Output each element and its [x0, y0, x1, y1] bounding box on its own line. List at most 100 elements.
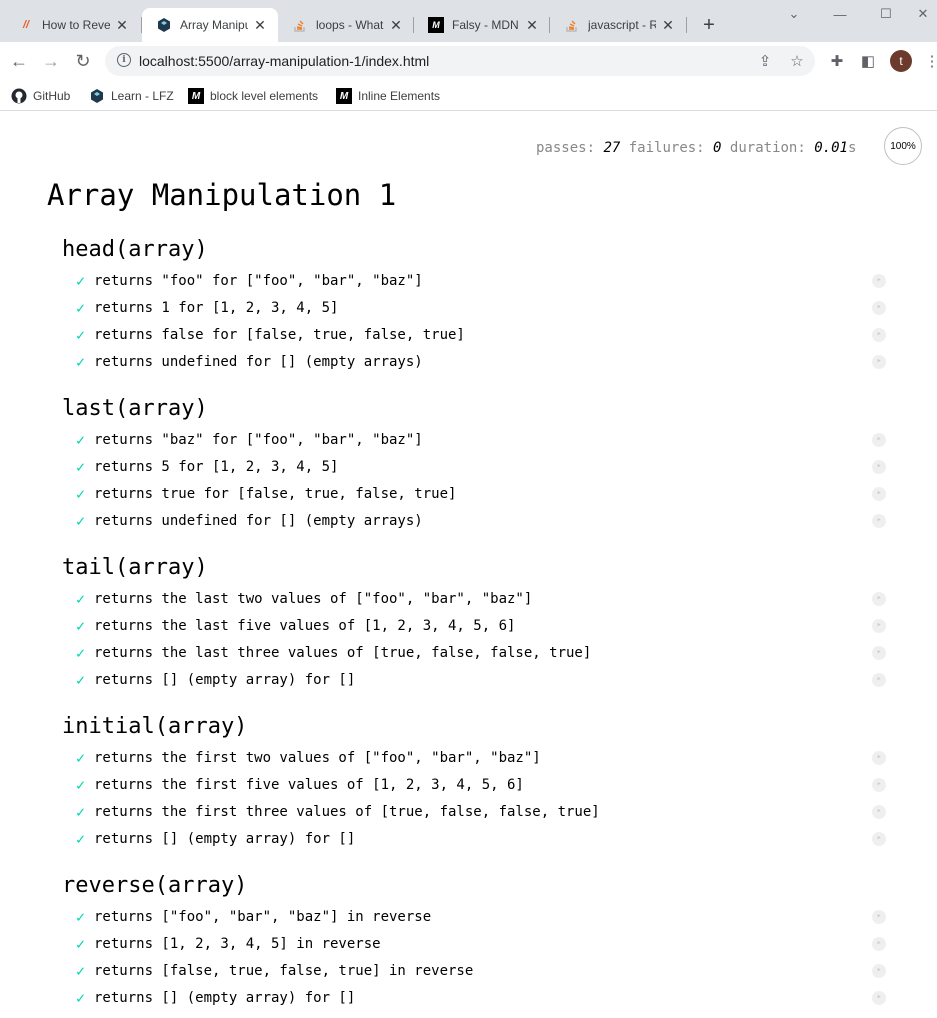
replay-icon[interactable]: ‣	[872, 910, 886, 924]
suite-heading[interactable]: last(array)	[62, 396, 902, 426]
replay-icon[interactable]: ‣	[872, 832, 886, 846]
mdn-icon: M	[336, 88, 352, 104]
test-title[interactable]: returns the last three values of [true, …	[94, 645, 591, 661]
forward-icon[interactable]: →	[38, 48, 64, 74]
passes-count[interactable]: 27	[603, 140, 620, 156]
tab-title: Falsy - MDN W	[452, 18, 520, 32]
suite-heading[interactable]: reverse(array)	[62, 873, 902, 903]
pass-check-icon: ✓	[76, 907, 86, 926]
bookmark-block-level-elements[interactable]: M block level elements	[188, 85, 318, 107]
tab-title: How to Rever	[42, 18, 110, 32]
test-title[interactable]: returns [] (empty array) for []	[94, 990, 355, 1006]
test-title[interactable]: returns [1, 2, 3, 4, 5] in reverse	[94, 936, 381, 952]
pass-check-icon: ✓	[76, 802, 86, 821]
url-text[interactable]: localhost:5500/array-manipulation-1/inde…	[139, 53, 429, 69]
test-title[interactable]: returns undefined for [] (empty arrays)	[94, 354, 423, 370]
test-row: ✓ returns [] (empty array) for [] ‣	[62, 984, 902, 1011]
pass-check-icon: ✓	[76, 988, 86, 1007]
suite-heading[interactable]: initial(array)	[62, 714, 902, 744]
pass-check-icon: ✓	[76, 325, 86, 344]
replay-icon[interactable]: ‣	[872, 274, 886, 288]
replay-icon[interactable]: ‣	[872, 991, 886, 1005]
test-row: ✓ returns [false, true, false, true] in r…	[62, 957, 902, 984]
minimize-icon[interactable]: —	[826, 4, 854, 24]
suite-heading[interactable]: tail(array)	[62, 555, 902, 585]
failures-count[interactable]: 0	[713, 140, 721, 156]
duration-label: duration:	[729, 140, 806, 156]
test-title[interactable]: returns 1 for [1, 2, 3, 4, 5]	[94, 300, 338, 316]
test-title[interactable]: returns "foo" for ["foo", "bar", "baz"]	[94, 273, 423, 289]
test-title[interactable]: returns 5 for [1, 2, 3, 4, 5]	[94, 459, 338, 475]
bookmark-learn-lfz[interactable]: Learn - LFZ	[89, 85, 174, 107]
close-icon[interactable]: ✕	[660, 17, 676, 33]
replay-icon[interactable]: ‣	[872, 433, 886, 447]
tab-separator	[686, 17, 687, 33]
tab-loops[interactable]: loops - What ✕	[278, 8, 414, 42]
replay-icon[interactable]: ‣	[872, 514, 886, 528]
reload-icon[interactable]: ↻	[70, 48, 96, 74]
replay-icon[interactable]: ‣	[872, 751, 886, 765]
test-title[interactable]: returns ["foo", "bar", "baz"] in reverse	[94, 909, 431, 925]
test-row: ✓ returns the first two values of ["foo",…	[62, 744, 902, 771]
test-title[interactable]: returns the last two values of ["foo", "…	[94, 591, 532, 607]
replay-icon[interactable]: ‣	[872, 964, 886, 978]
test-title[interactable]: returns [] (empty array) for []	[94, 831, 355, 847]
test-title[interactable]: returns [] (empty array) for []	[94, 672, 355, 688]
mdn-icon: M	[188, 88, 204, 104]
test-title[interactable]: returns the last five values of [1, 2, 3…	[94, 618, 515, 634]
passes-label: passes:	[536, 140, 596, 156]
tab-how-to-reverse[interactable]: // How to Rever ✕	[4, 8, 140, 42]
test-title[interactable]: returns [false, true, false, true] in re…	[94, 963, 473, 979]
pass-check-icon: ✓	[76, 934, 86, 953]
suite-heading[interactable]: head(array)	[62, 237, 902, 267]
side-panel-icon[interactable]: ◧	[858, 51, 878, 71]
extensions-icon[interactable]: ✚	[827, 51, 847, 71]
bookmark-github[interactable]: GitHub	[11, 85, 70, 107]
address-bar[interactable]: i localhost:5500/array-manipulation-1/in…	[105, 46, 815, 76]
bookmark-inline-elements[interactable]: M Inline Elements	[336, 85, 440, 107]
test-title[interactable]: returns true for [false, true, false, tr…	[94, 486, 456, 502]
tab-javascript[interactable]: javascript - Re ✕	[550, 8, 686, 42]
test-title[interactable]: returns false for [false, true, false, t…	[94, 327, 465, 343]
tab-falsy-mdn[interactable]: M Falsy - MDN W ✕	[414, 8, 550, 42]
close-icon[interactable]: ✕	[524, 17, 540, 33]
test-title[interactable]: returns the first two values of ["foo", …	[94, 750, 541, 766]
replay-icon[interactable]: ‣	[872, 646, 886, 660]
replay-icon[interactable]: ‣	[872, 460, 886, 474]
close-window-icon[interactable]: ✕	[909, 4, 937, 24]
replay-icon[interactable]: ‣	[872, 778, 886, 792]
pass-check-icon: ✓	[76, 670, 86, 689]
tab-search-icon[interactable]: ⌄	[780, 4, 808, 24]
test-row: ✓ returns the last two values of ["foo", …	[62, 585, 902, 612]
replay-icon[interactable]: ‣	[872, 805, 886, 819]
close-icon[interactable]: ✕	[114, 17, 130, 33]
avatar[interactable]: t	[890, 50, 912, 72]
test-title[interactable]: returns undefined for [] (empty arrays)	[94, 513, 423, 529]
suite-title[interactable]: Array Manipulation 1	[47, 178, 396, 212]
bookmark-label: block level elements	[210, 89, 319, 103]
test-title[interactable]: returns the first three values of [true,…	[94, 804, 600, 820]
replay-icon[interactable]: ‣	[872, 592, 886, 606]
close-icon[interactable]: ✕	[388, 17, 404, 33]
share-icon[interactable]: ⇪	[755, 51, 775, 71]
maximize-icon[interactable]: ☐	[872, 4, 900, 24]
site-info-icon[interactable]: i	[117, 53, 131, 67]
menu-dots-icon[interactable]: ⋮	[922, 51, 937, 71]
replay-icon[interactable]: ‣	[872, 328, 886, 342]
test-title[interactable]: returns the first five values of [1, 2, …	[94, 777, 524, 793]
test-row: ✓ returns undefined for [] (empty arrays)…	[62, 507, 902, 534]
replay-icon[interactable]: ‣	[872, 355, 886, 369]
bookmark-star-icon[interactable]: ☆	[787, 51, 807, 71]
replay-icon[interactable]: ‣	[872, 673, 886, 687]
new-tab-button[interactable]: +	[697, 13, 721, 37]
test-title[interactable]: returns "baz" for ["foo", "bar", "baz"]	[94, 432, 423, 448]
pass-check-icon: ✓	[76, 829, 86, 848]
replay-icon[interactable]: ‣	[872, 301, 886, 315]
replay-icon[interactable]: ‣	[872, 619, 886, 633]
tab-array-manipulation[interactable]: Array Manipu ✕	[142, 8, 278, 42]
mdn-icon: M	[428, 17, 444, 33]
back-icon[interactable]: ←	[6, 48, 32, 74]
replay-icon[interactable]: ‣	[872, 487, 886, 501]
close-icon[interactable]: ✕	[252, 17, 268, 33]
replay-icon[interactable]: ‣	[872, 937, 886, 951]
